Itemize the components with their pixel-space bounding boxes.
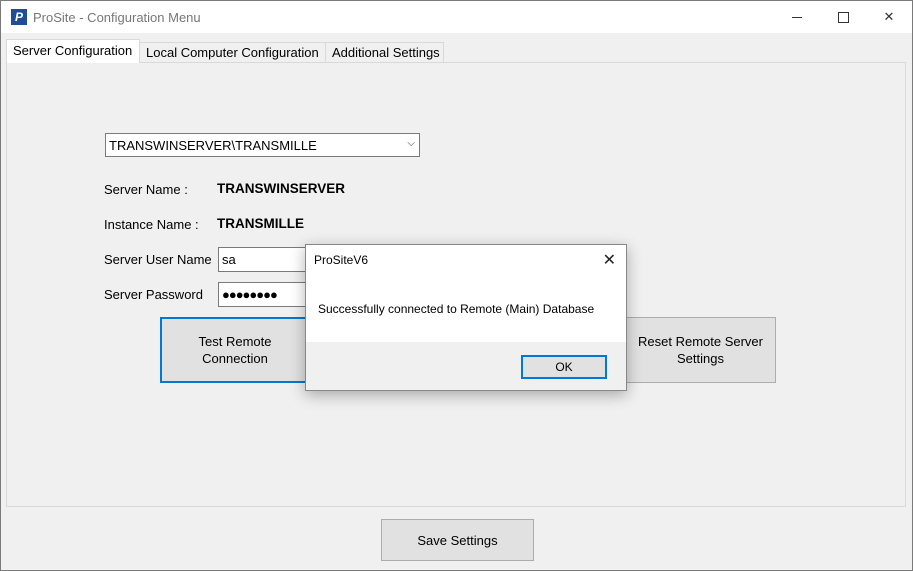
- test-remote-connection-label: Test Remote Connection: [198, 334, 272, 366]
- close-icon: ✕: [602, 252, 616, 269]
- instance-name-value: TRANSMILLE: [217, 216, 304, 231]
- server-name-label: Server Name :: [104, 182, 188, 197]
- tab-additional-settings[interactable]: Additional Settings: [325, 42, 444, 62]
- server-instance-select[interactable]: TRANSWINSERVER\TRANSMILLE ⌵: [105, 133, 420, 157]
- ok-button[interactable]: OK: [521, 355, 607, 379]
- server-user-name-value: sa: [222, 252, 236, 267]
- dialog-close-button[interactable]: ✕: [603, 250, 616, 270]
- instance-name-label: Instance Name :: [104, 217, 199, 232]
- window-title: ProSite - Configuration Menu: [33, 10, 201, 25]
- minimize-icon: [792, 16, 802, 18]
- tab-strip: Server Configuration Local Computer Conf…: [1, 39, 912, 63]
- message-dialog: ProSiteV6 ✕ Successfully connected to Re…: [305, 244, 627, 391]
- close-window-button[interactable]: ✕: [866, 1, 912, 33]
- server-user-name-input[interactable]: sa: [218, 247, 313, 272]
- tab-server-configuration[interactable]: Server Configuration: [6, 39, 140, 63]
- maximize-button[interactable]: [820, 1, 866, 33]
- dialog-footer: OK: [306, 342, 626, 390]
- close-icon: ✕: [883, 9, 895, 24]
- server-user-name-label: Server User Name: [104, 252, 212, 267]
- reset-remote-server-settings-label: Reset Remote Server Settings: [638, 334, 763, 366]
- save-settings-label: Save Settings: [417, 532, 498, 548]
- server-password-label: Server Password: [104, 287, 203, 302]
- app-logo-icon: P: [11, 9, 27, 25]
- maximize-icon: [837, 11, 849, 23]
- app-window: P ProSite - Configuration Menu ✕ Server …: [0, 0, 913, 571]
- dialog-title: ProSiteV6: [314, 253, 369, 267]
- save-settings-button[interactable]: Save Settings: [381, 519, 534, 561]
- server-password-input[interactable]: ●●●●●●●●: [218, 282, 313, 307]
- minimize-button[interactable]: [774, 1, 820, 33]
- title-bar: P ProSite - Configuration Menu ✕: [1, 1, 912, 33]
- server-instance-value: TRANSWINSERVER\TRANSMILLE: [109, 138, 317, 153]
- reset-remote-server-settings-button[interactable]: Reset Remote Server Settings: [625, 317, 776, 383]
- dialog-message: Successfully connected to Remote (Main) …: [318, 302, 595, 316]
- tab-local-computer-configuration[interactable]: Local Computer Configuration: [139, 42, 326, 62]
- server-password-value: ●●●●●●●●: [222, 287, 278, 302]
- chevron-down-icon: ⌵: [407, 138, 415, 149]
- test-remote-connection-button[interactable]: Test Remote Connection: [160, 317, 310, 383]
- server-name-value: TRANSWINSERVER: [217, 181, 346, 196]
